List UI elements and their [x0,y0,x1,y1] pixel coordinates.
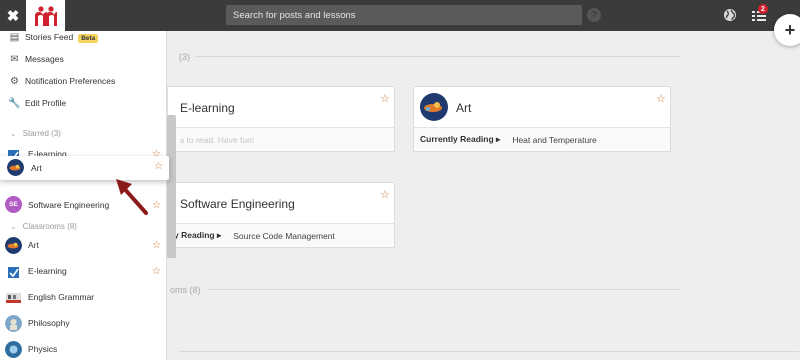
classrooms-header-label: Classrooms (8) [22,222,77,231]
software-engineering-avatar: SE [5,196,22,213]
sidebar-item-label: Stories Feed Beta [25,32,99,43]
sidebar-classroom-elearning[interactable]: E-learning ☆ [0,262,166,280]
card-title: Art [456,101,472,115]
gears-icon: ⚙ [10,75,19,87]
sidebar-classroom-english-grammar[interactable]: English Grammar [0,288,166,306]
starred-header[interactable]: ⌄ Starred (3) [10,129,61,138]
art-avatar [7,159,24,176]
sidebar-classroom-philosophy[interactable]: Philosophy [0,314,166,332]
starred-section-label: (3) [179,52,190,62]
sidebar-item-label: English Grammar [28,292,95,302]
sidebar-item-edit-profile[interactable]: 🔧 Edit Profile [0,94,166,112]
card-footer: Currently Reading ▸ Heat and Temperature [414,127,670,151]
elearning-avatar [8,267,19,278]
card-title: E-learning [180,101,235,115]
feed-icon: ▤ [9,31,20,43]
classroom-card-art[interactable]: Art ☆ Currently Reading ▸ Heat and Tempe… [413,86,671,152]
search-input[interactable]: Search for posts and lessons [226,5,582,25]
sidebar-item-label: Physics [28,344,58,354]
beta-badge: Beta [78,34,99,43]
star-icon[interactable]: ☆ [380,92,390,105]
sidebar-item-stories-feed[interactable]: ▤ Stories Feed Beta [0,31,166,46]
section-divider [195,56,680,57]
envelope-icon: ✉ [10,53,19,65]
english-grammar-avatar [6,293,21,303]
star-icon[interactable]: ☆ [154,161,163,172]
art-avatar [5,237,22,254]
philosophy-avatar [5,315,22,332]
sidebar-item-label: Messages [25,54,64,64]
sidebar-item-label: Notification Preferences [25,76,116,86]
sidebar-classroom-physics[interactable]: Physics [0,340,166,358]
add-button[interactable]: + [774,14,800,46]
sidebar-item-label: Art [31,163,42,173]
card-footer: s to read. Have fun! [168,127,394,151]
classroom-card-software-engineering[interactable]: Software Engineering ☆ y Reading ▸ Sourc… [167,182,395,248]
sidebar-item-messages[interactable]: ✉ Messages [0,50,166,68]
classrooms-header[interactable]: ⌄ Classrooms (8) [10,222,77,231]
sidebar-item-label: Edit Profile [25,98,67,108]
star-icon[interactable]: ☆ [152,200,161,211]
art-avatar [420,93,448,121]
sidebar-item-label: Art [28,240,39,250]
logo-icon [34,5,57,26]
notification-badge: 2 [758,4,768,14]
card-title: Software Engineering [180,197,295,211]
currently-reading-label: y Reading ▸ [174,230,222,240]
lesson-link[interactable]: Source Code Management [233,231,335,241]
starred-header-label: Starred (3) [22,129,61,138]
close-icon[interactable]: ✖ [0,0,26,31]
help-icon[interactable]: ? [587,8,601,22]
sidebar-item-label: Software Engineering [28,200,110,210]
main-content: (3) E-learning ☆ s to read. Have fun! Ar… [167,31,800,360]
chevron-down-icon: ⌄ [10,222,17,231]
sidebar-item-label: E-learning [28,266,67,276]
section-divider [179,351,799,352]
star-icon[interactable]: ☆ [380,188,390,201]
section-divider [208,289,680,290]
sidebar-item-label: Philosophy [28,318,70,328]
star-icon[interactable]: ☆ [656,92,666,105]
wrench-icon: 🔧 [8,97,21,109]
classrooms-section-label: oms (8) [170,285,201,295]
star-icon[interactable]: ☆ [152,240,161,251]
physics-avatar [5,341,22,358]
globe-icon[interactable] [723,8,737,22]
lesson-link[interactable]: Heat and Temperature [512,135,596,145]
currently-reading-label: Currently Reading ▸ [420,134,501,144]
sidebar-item-notification-preferences[interactable]: ⚙ Notification Preferences [0,72,166,90]
annotation-arrow [116,179,148,215]
classroom-card-elearning[interactable]: E-learning ☆ s to read. Have fun! [167,86,395,152]
star-icon[interactable]: ☆ [152,266,161,277]
app-logo[interactable] [26,0,65,31]
chevron-down-icon: ⌄ [10,129,17,138]
sidebar-scrollbar[interactable] [167,115,176,258]
sidebar-classroom-art[interactable]: Art ☆ [0,236,166,254]
card-footer-text: s to read. Have fun! [180,134,255,145]
top-bar: ✖ Search for posts and lessons ? 2 [0,0,800,31]
card-footer: y Reading ▸ Source Code Management [168,223,394,247]
